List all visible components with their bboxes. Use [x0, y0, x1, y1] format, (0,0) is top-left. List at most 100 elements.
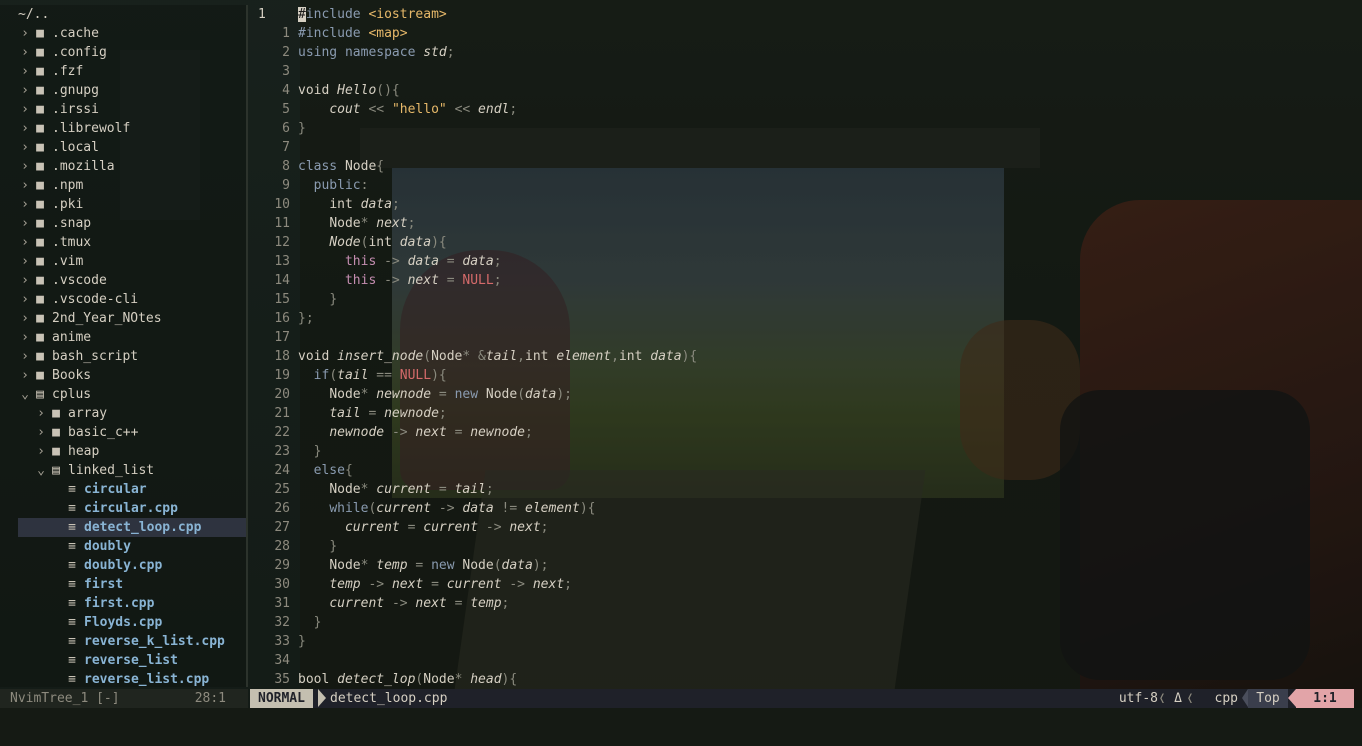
- chevron-right-icon[interactable]: ›: [34, 442, 48, 461]
- code-line[interactable]: 18 void insert_node(Node* &tail,int eleme…: [250, 347, 1360, 366]
- tree-file[interactable]: ≡ reverse_k_list.cpp: [0, 632, 246, 651]
- tree-file[interactable]: ≡ doubly: [0, 537, 246, 556]
- tree-file[interactable]: ≡ reverse_list.cpp: [0, 670, 246, 689]
- code-line[interactable]: 29 Node* temp = new Node(data);: [250, 556, 1360, 575]
- tree-folder[interactable]: › ■ .pki: [0, 195, 246, 214]
- chevron-right-icon[interactable]: ›: [18, 24, 32, 43]
- command-line[interactable]: [0, 708, 1362, 746]
- code-line[interactable]: 31 current -> next = temp;: [250, 594, 1360, 613]
- code-line[interactable]: 25 Node* current = tail;: [250, 480, 1360, 499]
- tree-file[interactable]: ≡ circular.cpp: [0, 499, 246, 518]
- code-line[interactable]: 34: [250, 651, 1360, 670]
- tree-folder[interactable]: › ■ Books: [0, 366, 246, 385]
- tree-folder[interactable]: › ■ .config: [0, 43, 246, 62]
- tree-folder[interactable]: › ■ .snap: [0, 214, 246, 233]
- tree-folder[interactable]: › ■ .vscode-cli: [0, 290, 246, 309]
- code-line[interactable]: 15 }: [250, 290, 1360, 309]
- code-line[interactable]: 3: [250, 62, 1360, 81]
- tree-folder[interactable]: › ■ heap: [0, 442, 246, 461]
- tree-folder[interactable]: › ■ .fzf: [0, 62, 246, 81]
- tree-folder[interactable]: › ■ .npm: [0, 176, 246, 195]
- tree-file[interactable]: ≡ circular: [0, 480, 246, 499]
- chevron-right-icon[interactable]: ›: [18, 43, 32, 62]
- code-line[interactable]: 32 }: [250, 613, 1360, 632]
- chevron-right-icon[interactable]: ›: [18, 157, 32, 176]
- tree-folder[interactable]: ⌄ ▤ cplus: [0, 385, 246, 404]
- tree-folder[interactable]: › ■ .vim: [0, 252, 246, 271]
- chevron-right-icon[interactable]: ›: [18, 309, 32, 328]
- chevron-right-icon[interactable]: ›: [18, 271, 32, 290]
- tree-file[interactable]: ≡ detect_loop.cpp: [18, 518, 246, 537]
- tree-folder[interactable]: › ■ .cache: [0, 24, 246, 43]
- tree-folder[interactable]: › ■ anime: [0, 328, 246, 347]
- tree-folder[interactable]: › ■ .mozilla: [0, 157, 246, 176]
- code-line[interactable]: 24 else{: [250, 461, 1360, 480]
- tree-folder[interactable]: › ■ .tmux: [0, 233, 246, 252]
- file-tree-panel[interactable]: ~/.. › ■ .cache › ■ .config › ■ .fzf › ■ .gnupg › ■ .i…: [0, 5, 246, 687]
- code-line[interactable]: 35 bool detect_lop(Node* head){: [250, 670, 1360, 689]
- chevron-right-icon[interactable]: ›: [18, 62, 32, 81]
- chevron-right-icon[interactable]: ›: [18, 176, 32, 195]
- chevron-right-icon[interactable]: ›: [18, 100, 32, 119]
- tree-folder[interactable]: › ■ .local: [0, 138, 246, 157]
- code-line[interactable]: 12 Node(int data){: [250, 233, 1360, 252]
- code-line[interactable]: 13 this -> data = data;: [250, 252, 1360, 271]
- chevron-right-icon[interactable]: ›: [18, 138, 32, 157]
- code-line[interactable]: 30 temp -> next = current -> next;: [250, 575, 1360, 594]
- code-line[interactable]: 26 while(current -> data != element){: [250, 499, 1360, 518]
- code-line[interactable]: 10 int data;: [250, 195, 1360, 214]
- code-line[interactable]: 16};: [250, 309, 1360, 328]
- tree-folder[interactable]: › ■ 2nd_Year_NOtes: [0, 309, 246, 328]
- code-line[interactable]: 22 newnode -> next = newnode;: [250, 423, 1360, 442]
- tree-folder[interactable]: › ■ bash_script: [0, 347, 246, 366]
- code-line[interactable]: 17: [250, 328, 1360, 347]
- code-line[interactable]: 4 void Hello(){: [250, 81, 1360, 100]
- code-line[interactable]: 7: [250, 138, 1360, 157]
- chevron-right-icon[interactable]: ›: [18, 195, 32, 214]
- tree-file[interactable]: ≡ first: [0, 575, 246, 594]
- chevron-right-icon[interactable]: ›: [18, 119, 32, 138]
- code-editor[interactable]: 1 #include <iostream> 1 #include <map> 2 usin…: [250, 5, 1360, 687]
- tree-folder[interactable]: › ■ .gnupg: [0, 81, 246, 100]
- chevron-right-icon[interactable]: ›: [18, 252, 32, 271]
- code-line[interactable]: 23 }: [250, 442, 1360, 461]
- chevron-down-icon[interactable]: ⌄: [34, 461, 48, 480]
- tree-folder[interactable]: › ■ .vscode: [0, 271, 246, 290]
- tree-file[interactable]: ≡ first.cpp: [0, 594, 246, 613]
- code-line[interactable]: 21 tail = newnode;: [250, 404, 1360, 423]
- code-line[interactable]: 19 if(tail == NULL){: [250, 366, 1360, 385]
- code-line[interactable]: 20 Node* newnode = new Node(data);: [250, 385, 1360, 404]
- chevron-right-icon[interactable]: ›: [18, 290, 32, 309]
- code-line[interactable]: 2 using namespace std;: [250, 43, 1360, 62]
- code-line[interactable]: 6}: [250, 119, 1360, 138]
- chevron-right-icon[interactable]: ›: [18, 81, 32, 100]
- code-line[interactable]: 1 #include <iostream>: [250, 5, 1360, 24]
- chevron-right-icon[interactable]: ›: [34, 423, 48, 442]
- tree-file[interactable]: ≡ Floyds.cpp: [0, 613, 246, 632]
- tree-folder[interactable]: ⌄ ▤ linked_list: [0, 461, 246, 480]
- chevron-right-icon[interactable]: ›: [18, 328, 32, 347]
- chevron-right-icon[interactable]: ›: [18, 233, 32, 252]
- tree-file[interactable]: ≡ reverse_list: [0, 651, 246, 670]
- chevron-down-icon[interactable]: ⌄: [18, 385, 32, 404]
- window-separator[interactable]: [246, 5, 248, 687]
- code-line[interactable]: 27 current = current -> next;: [250, 518, 1360, 537]
- tree-folder[interactable]: › ■ basic_c++: [0, 423, 246, 442]
- chevron-right-icon[interactable]: ›: [34, 404, 48, 423]
- code-line[interactable]: 11 Node* next;: [250, 214, 1360, 233]
- tree-file[interactable]: ≡ doubly.cpp: [0, 556, 246, 575]
- code-line[interactable]: 9 public:: [250, 176, 1360, 195]
- code-line[interactable]: 14 this -> next = NULL;: [250, 271, 1360, 290]
- code-line[interactable]: 5 cout << "hello" << endl;: [250, 100, 1360, 119]
- code-line[interactable]: 33}: [250, 632, 1360, 651]
- tree-root[interactable]: ~/..: [0, 5, 246, 24]
- tree-folder[interactable]: › ■ array: [0, 404, 246, 423]
- chevron-right-icon[interactable]: ›: [18, 214, 32, 233]
- chevron-right-icon[interactable]: ›: [18, 366, 32, 385]
- chevron-right-icon[interactable]: ›: [18, 347, 32, 366]
- code-line[interactable]: 8 class Node{: [250, 157, 1360, 176]
- code-line[interactable]: 28 }: [250, 537, 1360, 556]
- code-line[interactable]: 1 #include <map>: [250, 24, 1360, 43]
- tree-folder[interactable]: › ■ .librewolf: [0, 119, 246, 138]
- tree-folder[interactable]: › ■ .irssi: [0, 100, 246, 119]
